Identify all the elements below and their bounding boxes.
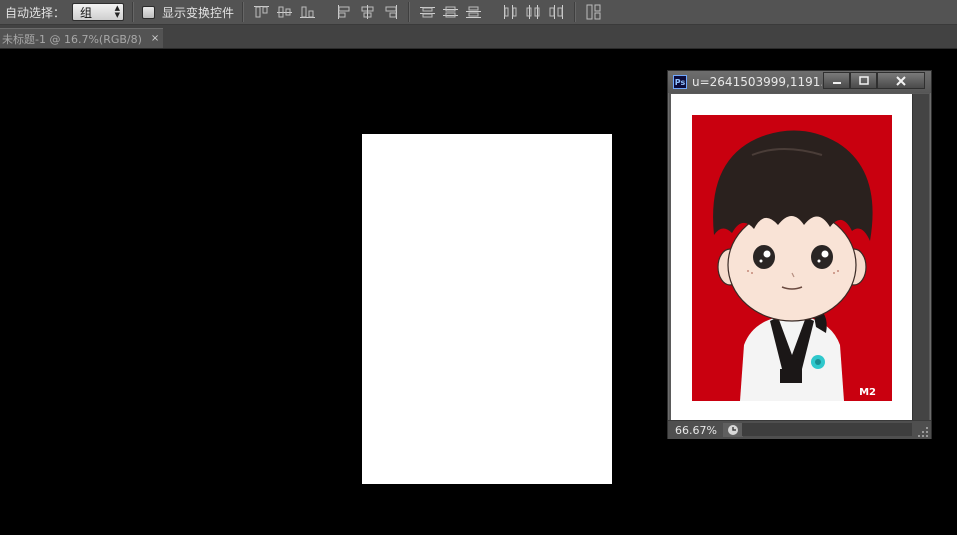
minimize-icon	[832, 81, 841, 84]
cartoon-boy-illustration	[713, 130, 873, 401]
window-title: u=2641503999,1191...	[692, 75, 822, 89]
distribute-vertical-center-icon[interactable]	[441, 3, 460, 21]
auto-select-dropdown[interactable]: 组 ▲ ▼	[72, 3, 125, 21]
photoshop-app-icon: Ps	[673, 75, 687, 89]
close-window-button[interactable]	[877, 72, 925, 89]
floating-document-window[interactable]: Ps u=2641503999,1191... M2 66.67%	[667, 70, 932, 439]
distribute-right-icon[interactable]	[547, 3, 566, 21]
document-tab-bar: 未标题-1 @ 16.7%(RGB/8) ×	[0, 25, 957, 49]
status-info-icon[interactable]	[722, 423, 743, 437]
window-canvas[interactable]: M2	[671, 94, 912, 421]
document-tab-title: 未标题-1 @ 16.7%(RGB/8)	[2, 32, 142, 46]
close-icon	[896, 75, 906, 86]
distribute-top-icon[interactable]	[418, 3, 437, 21]
options-bar: 自动选择： 组 ▲ ▼ 显示变换控件	[0, 0, 957, 25]
horizontal-scrollbar[interactable]	[742, 423, 912, 436]
auto-select-label: 自动选择：	[5, 5, 66, 20]
window-status-bar: 66.67%	[668, 420, 931, 439]
maximize-icon	[858, 76, 869, 85]
distribute-horizontal-center-icon[interactable]	[524, 3, 543, 21]
close-tab-icon[interactable]: ×	[151, 33, 159, 44]
dropdown-arrows-icon: ▲ ▼	[114, 4, 121, 19]
distribute-group	[418, 3, 566, 21]
separator	[574, 2, 577, 22]
document-tab[interactable]: 未标题-1 @ 16.7%(RGB/8) ×	[0, 28, 163, 48]
zoom-level[interactable]: 66.67%	[675, 424, 717, 437]
align-right-edges-icon[interactable]	[381, 3, 400, 21]
window-titlebar[interactable]: Ps u=2641503999,1191...	[668, 71, 931, 93]
separator	[132, 2, 135, 22]
align-bottom-edges-icon[interactable]	[298, 3, 317, 21]
resize-grip-icon[interactable]	[918, 427, 928, 437]
distribute-bottom-icon[interactable]	[464, 3, 483, 21]
watermark-label: M2	[859, 387, 876, 398]
show-transform-label: 显示变换控件	[162, 5, 235, 20]
align-group	[252, 3, 400, 21]
separator	[408, 2, 411, 22]
minimize-button[interactable]	[823, 72, 850, 89]
auto-select-value: 组	[80, 5, 93, 20]
auto-align-layers-icon[interactable]	[584, 3, 603, 21]
align-vertical-centers-icon[interactable]	[275, 3, 294, 21]
align-left-edges-icon[interactable]	[335, 3, 354, 21]
maximize-button[interactable]	[850, 72, 877, 89]
align-top-edges-icon[interactable]	[252, 3, 271, 21]
distribute-left-icon[interactable]	[501, 3, 520, 21]
align-horizontal-centers-icon[interactable]	[358, 3, 377, 21]
vertical-scrollbar[interactable]	[912, 94, 929, 421]
separator	[242, 2, 245, 22]
show-transform-checkbox[interactable]	[142, 5, 156, 19]
cartoon-portrait-image: M2	[692, 115, 892, 401]
document-canvas[interactable]	[362, 134, 612, 484]
